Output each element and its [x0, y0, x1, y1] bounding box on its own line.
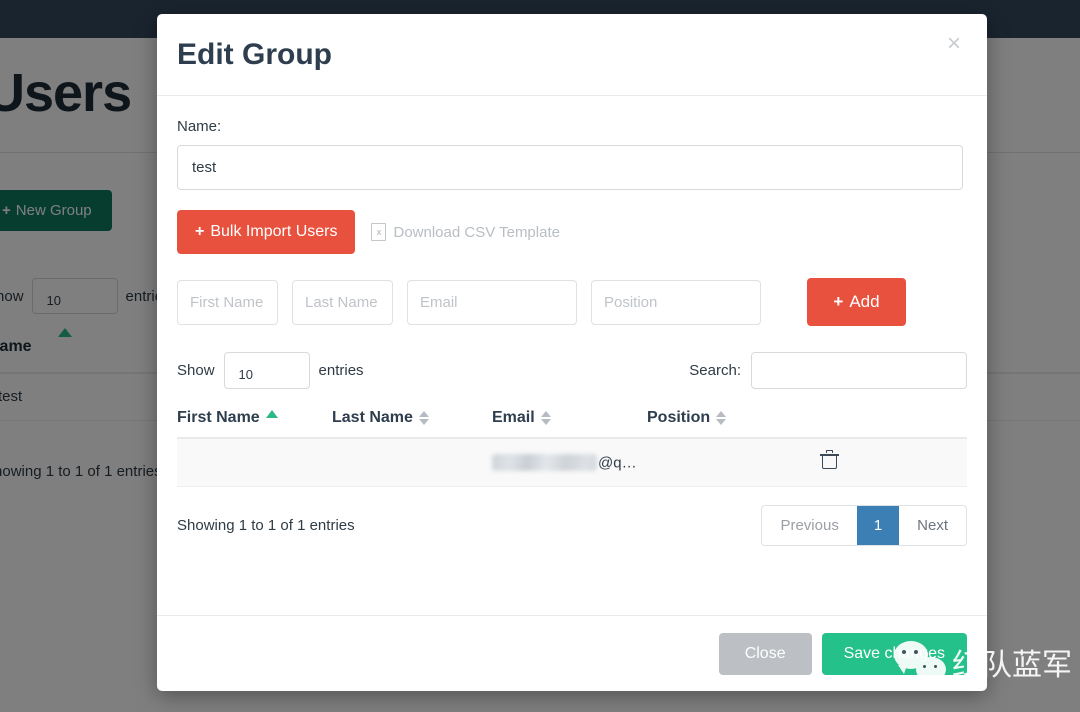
close-icon[interactable]: ×: [939, 28, 969, 60]
position-input[interactable]: [591, 279, 761, 325]
cell-email: @q…: [492, 438, 647, 487]
first-name-input[interactable]: [177, 279, 278, 325]
email-header-label: Email: [492, 409, 535, 426]
column-header-last-name[interactable]: Last Name: [332, 403, 492, 439]
plus-icon: +: [195, 223, 205, 240]
import-actions-row: + Bulk Import Users x Download CSV Templa…: [177, 210, 967, 254]
first-name-header-label: First Name: [177, 409, 260, 426]
position-header-label: Position: [647, 409, 711, 426]
save-changes-button[interactable]: Save changes: [821, 632, 967, 675]
add-user-form-row: + Add: [177, 278, 967, 326]
pagination-page-1[interactable]: 1: [856, 506, 900, 545]
search-input[interactable]: [751, 352, 967, 389]
column-header-position[interactable]: Position: [647, 403, 822, 439]
pagination-previous[interactable]: Previous: [762, 506, 857, 545]
column-header-actions: [822, 403, 967, 439]
show-label: Show: [177, 362, 215, 379]
plus-icon: +: [833, 292, 844, 311]
trash-icon[interactable]: [820, 450, 839, 469]
datatable-show-entries: Show 10 entries: [177, 352, 364, 389]
cell-last-name: [332, 438, 492, 487]
pagination: Previous 1 Next: [761, 505, 967, 546]
group-name-input[interactable]: [177, 145, 963, 190]
sort-both-icon: [540, 411, 551, 425]
show-entries-select[interactable]: 10: [223, 352, 310, 389]
cell-actions: [820, 438, 967, 487]
entries-label: entries: [318, 362, 364, 379]
table-row: @q…: [177, 438, 967, 487]
column-header-email[interactable]: Email: [492, 403, 647, 439]
add-user-button[interactable]: + Add: [807, 278, 906, 326]
add-label: Add: [849, 292, 880, 311]
last-name-input[interactable]: [292, 279, 393, 325]
email-input[interactable]: [407, 279, 577, 325]
csv-template-label: Download CSV Template: [393, 223, 560, 241]
name-field-label: Name:: [177, 118, 222, 135]
users-table-head: First Name Last Name Email Position: [177, 403, 967, 439]
datatable-info: Showing 1 to 1 of 1 entries: [177, 517, 355, 534]
csv-file-icon: x: [371, 223, 387, 241]
pagination-next[interactable]: Next: [899, 506, 966, 545]
datatable-footer: Showing 1 to 1 of 1 entries Previous 1 N…: [177, 505, 967, 546]
bulk-import-label: Bulk Import Users: [210, 223, 338, 240]
edit-group-modal: Edit Group × Name: + Bulk Import Users x …: [157, 14, 987, 691]
email-visible-tail: @q…: [598, 454, 637, 472]
users-table-body: @q…: [177, 438, 967, 487]
cell-position: [647, 438, 822, 487]
sort-both-icon: [418, 411, 429, 425]
bulk-import-users-button[interactable]: + Bulk Import Users: [177, 210, 356, 254]
download-csv-template-link[interactable]: x Download CSV Template: [371, 223, 560, 241]
modal-footer: Close Save changes: [157, 615, 987, 691]
table-header-row: First Name Last Name Email Position: [177, 403, 967, 439]
search-label: Search:: [689, 362, 741, 379]
column-header-first-name[interactable]: First Name: [177, 403, 332, 439]
modal-body: Name: + Bulk Import Users x Download CSV …: [157, 96, 987, 556]
last-name-header-label: Last Name: [332, 409, 413, 426]
users-table: First Name Last Name Email Position @q…: [177, 403, 967, 487]
datatable-controls: Show 10 entries Search:: [177, 352, 967, 389]
cell-first-name: [177, 438, 332, 487]
datatable-search: Search:: [689, 352, 967, 389]
modal-header: Edit Group ×: [157, 14, 987, 96]
close-button[interactable]: Close: [718, 632, 812, 675]
sort-both-icon: [716, 411, 727, 425]
sort-ascending-icon: [265, 410, 278, 418]
modal-title: Edit Group: [177, 38, 332, 71]
redacted-email-blur: [492, 454, 597, 472]
